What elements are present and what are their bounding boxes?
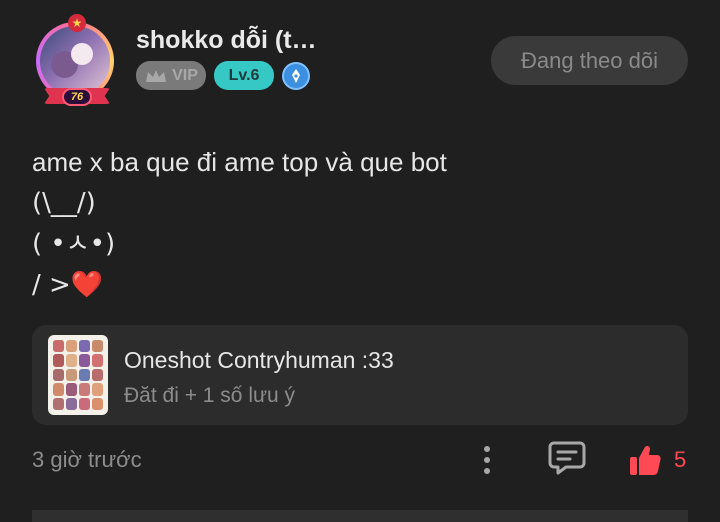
post-timestamp: 3 giờ trước [32,447,142,472]
vip-badge[interactable]: VIP [136,61,206,90]
next-post-edge [32,510,688,522]
post-text-line: (\__/) [32,188,96,218]
dot-icon [484,457,490,463]
post-card: ★ 76 shokko dỗi (t… VIP Lv.6 Đang theo d… [0,0,720,522]
post-content: ame x ba que đi ame top và que bot (\__/… [32,142,672,306]
post-text-line: / >❤️ [32,270,104,300]
dot-icon [484,446,490,452]
following-button[interactable]: Đang theo dõi [491,36,688,85]
post-text-line: ame x ba que đi ame top và que bot [32,147,447,177]
vip-label: VIP [172,66,198,84]
pen-nib-icon[interactable] [282,61,310,90]
avatar-image [40,26,110,96]
avatar[interactable]: ★ 76 [32,14,122,106]
story-subtitle: Đăt đi + 1 số lưu ý [124,384,296,407]
like-button[interactable]: 5 [628,440,690,480]
level-badge[interactable]: Lv.6 [214,61,274,90]
comment-button[interactable] [548,440,586,476]
star-icon: ★ [68,14,86,32]
linked-story-card[interactable]: Oneshot Contryhuman :33 Đăt đi + 1 số lư… [32,325,688,425]
avatar-level-badge: 76 [62,88,92,106]
user-badges: VIP Lv.6 [136,61,310,90]
like-count: 5 [674,447,687,472]
dot-icon [484,468,490,474]
story-cover-thumbnail [48,335,108,415]
username[interactable]: shokko dỗi (t… [136,26,317,55]
more-options-button[interactable] [474,442,500,478]
post-text-line: ( •ㅅ•) [32,229,116,259]
comment-icon [548,441,586,475]
crown-icon [146,69,167,82]
thumbs-up-icon [630,445,661,475]
pen-nib-glyph [292,68,300,83]
story-title: Oneshot Contryhuman :33 [124,347,394,373]
